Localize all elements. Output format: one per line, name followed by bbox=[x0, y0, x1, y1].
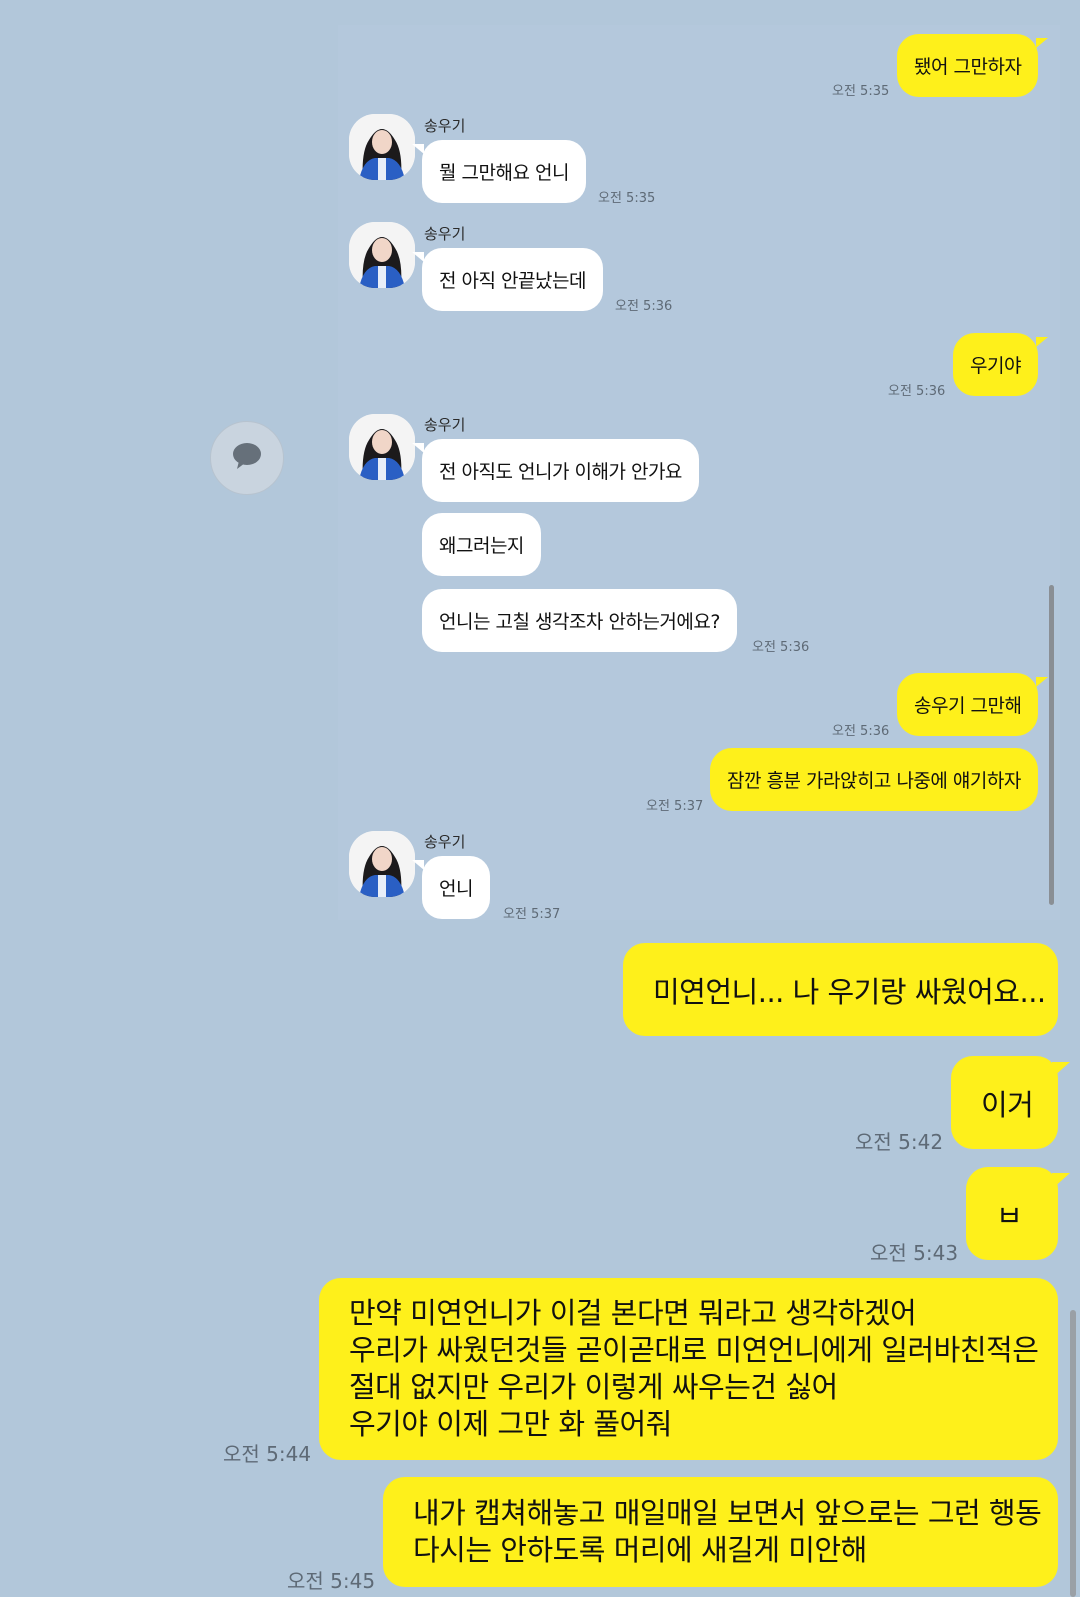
bubble-tail bbox=[1036, 337, 1048, 347]
message-text: 잠깐 흥분 가라앉히고 나중에 얘기하자 bbox=[727, 770, 1021, 792]
message-text: ㅂ bbox=[996, 1198, 1023, 1233]
timestamp: 오전 5:42 bbox=[855, 1130, 944, 1154]
message-me[interactable]: 내가 캡쳐해놓고 매일매일 보면서 앞으로는 그런 행동 다시는 안하도록 머리… bbox=[383, 1477, 1058, 1587]
avatar[interactable] bbox=[349, 114, 415, 180]
message-text: 우기야 이제 그만 화 풀어줘 bbox=[349, 1407, 672, 1441]
screenshot-message-me: 송우기 그만해 bbox=[897, 673, 1039, 736]
avatar[interactable] bbox=[349, 831, 415, 897]
timestamp: 오전 5:37 bbox=[503, 907, 561, 922]
timestamp: 오전 5:36 bbox=[615, 299, 673, 314]
message-text: 전 아직 안끝났는데 bbox=[439, 270, 586, 292]
scrollbar[interactable] bbox=[1070, 1310, 1076, 1597]
screenshot-message-me: 잠깐 흥분 가라앉히고 나중에 얘기하자 bbox=[710, 748, 1038, 811]
bubble-tail bbox=[1036, 677, 1048, 687]
timestamp: 오전 5:35 bbox=[832, 84, 890, 99]
screenshot-message-other: 왜그러는지 bbox=[422, 513, 541, 576]
screenshot-message-other: 전 아직도 언니가 이해가 안가요 bbox=[422, 439, 699, 502]
message-text: 절대 없지만 우리가 이렇게 싸우는건 싫어 bbox=[349, 1370, 838, 1404]
screenshot-message-me: 우기야 bbox=[953, 333, 1038, 396]
message-me[interactable]: 미연언니... 나 우기랑 싸웠어요... bbox=[623, 943, 1058, 1036]
sender-name: 송우기 bbox=[424, 225, 466, 243]
message-text: 이거 bbox=[981, 1087, 1034, 1122]
message-text: 만약 미연언니가 이걸 본다면 뭐라고 생각하겠어 bbox=[349, 1296, 917, 1330]
timestamp: 오전 5:43 bbox=[870, 1241, 959, 1265]
screenshot-message-other: 뭘 그만해요 언니 bbox=[422, 140, 586, 203]
bubble-tail bbox=[412, 443, 424, 453]
timestamp: 오전 5:36 bbox=[888, 384, 946, 399]
profile-photo-icon bbox=[349, 414, 415, 480]
bubble-tail bbox=[1036, 38, 1048, 48]
bubble-tail bbox=[412, 144, 424, 154]
sender-name: 송우기 bbox=[424, 833, 466, 851]
screenshot-message-other: 전 아직 안끝났는데 bbox=[422, 248, 603, 311]
message-text: 송우기 그만해 bbox=[914, 695, 1022, 717]
profile-photo-icon bbox=[349, 831, 415, 897]
embedded-scrollbar bbox=[1049, 585, 1054, 905]
profile-photo-icon bbox=[349, 114, 415, 180]
message-me[interactable]: 이거 bbox=[951, 1056, 1058, 1149]
message-text: 뭘 그만해요 언니 bbox=[439, 162, 569, 184]
message-text: 왜그러는지 bbox=[439, 535, 524, 557]
speech-bubble-icon bbox=[230, 440, 264, 476]
bubble-tail bbox=[412, 252, 424, 262]
timestamp: 오전 5:36 bbox=[832, 724, 890, 739]
share-button[interactable] bbox=[210, 421, 284, 495]
timestamp: 오전 5:44 bbox=[223, 1442, 312, 1466]
timestamp: 오전 5:45 bbox=[287, 1569, 376, 1593]
message-me[interactable]: 만약 미연언니가 이걸 본다면 뭐라고 생각하겠어 우리가 싸웠던것들 곧이곧대… bbox=[319, 1278, 1058, 1460]
message-text: 언니는 고칠 생각조차 안하는거에요? bbox=[439, 611, 720, 633]
message-text: 전 아직도 언니가 이해가 안가요 bbox=[439, 461, 682, 483]
profile-photo-icon bbox=[349, 222, 415, 288]
message-text: 다시는 안하도록 머리에 새길게 미안해 bbox=[413, 1533, 867, 1567]
message-text: 우기야 bbox=[970, 355, 1021, 377]
screenshot-message-me: 됐어 그만하자 bbox=[897, 34, 1039, 97]
message-me[interactable]: ㅂ bbox=[966, 1167, 1058, 1260]
message-text: 언니 bbox=[439, 878, 473, 900]
message-text: 우리가 싸웠던것들 곧이곧대로 미연언니에게 일러바친적은 bbox=[349, 1333, 1039, 1367]
message-text: 내가 캡쳐해놓고 매일매일 보면서 앞으로는 그런 행동 bbox=[413, 1496, 1042, 1530]
timestamp: 오전 5:37 bbox=[646, 799, 704, 814]
bubble-tail bbox=[1052, 1173, 1070, 1189]
message-text: 됐어 그만하자 bbox=[914, 56, 1022, 78]
sender-name: 송우기 bbox=[424, 117, 466, 135]
bubble-tail bbox=[1052, 1062, 1070, 1078]
screenshot-message-other: 언니는 고칠 생각조차 안하는거에요? bbox=[422, 589, 737, 652]
message-text: 미연언니... 나 우기랑 싸웠어요... bbox=[653, 974, 1046, 1009]
avatar[interactable] bbox=[349, 414, 415, 480]
timestamp: 오전 5:36 bbox=[752, 640, 810, 655]
sender-name: 송우기 bbox=[424, 416, 466, 434]
bubble-tail bbox=[412, 860, 424, 870]
timestamp: 오전 5:35 bbox=[598, 191, 656, 206]
avatar[interactable] bbox=[349, 222, 415, 288]
screenshot-message-other: 언니 bbox=[422, 856, 490, 919]
